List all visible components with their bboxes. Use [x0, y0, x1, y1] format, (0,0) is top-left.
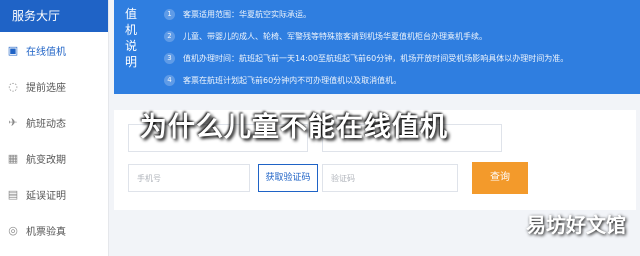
sidebar-item-label: 延误证明: [26, 190, 66, 202]
query-button[interactable]: 查询: [472, 162, 528, 194]
sidebar-item-label: 机票验真: [26, 226, 66, 238]
document-icon: ▤: [7, 187, 19, 201]
tip-item: 3 值机办理时间：航班起飞前一天14:00至航班起飞前60分钟，机场开放时间受机场…: [164, 47, 634, 69]
checkin-icon: ▣: [7, 43, 19, 57]
phone-input[interactable]: 手机号: [128, 164, 250, 192]
sidebar-item-label: 提前选座: [26, 82, 66, 94]
sidebar-item-delay[interactable]: ▤ 延误证明: [0, 176, 108, 212]
calendar-icon: ▦: [7, 151, 19, 165]
watermark: 易坊好文馆: [526, 213, 626, 237]
sidebar: 服务大厅 ▣ 在线值机 ◌ 提前选座 ✈ 航班动态 ▦ 航变改期 ▤ 延误证明 …: [0, 0, 109, 256]
seat-icon: ◌: [8, 79, 18, 93]
sidebar-header: 服务大厅: [0, 0, 108, 32]
tip-item: 2 儿童、带婴儿的成人、轮椅、军警残等特殊旅客请到机场华夏值机柜台办理乘机手续。: [164, 25, 634, 47]
ticket-icon: ◎: [8, 223, 18, 237]
sidebar-item-verify[interactable]: ◎ 机票验真: [0, 212, 108, 248]
code-input[interactable]: 验证码: [322, 164, 458, 192]
banner-title: 值机说明: [124, 7, 137, 69]
sidebar-item-change[interactable]: ▦ 航变改期: [0, 140, 108, 176]
tip-item: 4 客票在航班计划起飞前60分钟内不可办理值机以及取消值机。: [164, 69, 634, 91]
checkin-notice-banner: 值机说明 1 客票适用范围：华夏航空实际承运。 2 儿童、带婴儿的成人、轮椅、军警残…: [114, 0, 640, 94]
sidebar-item-label: 航变改期: [26, 154, 66, 166]
tips-list: 1 客票适用范围：华夏航空实际承运。 2 儿童、带婴儿的成人、轮椅、军警残等特殊旅客…: [164, 3, 634, 91]
overlay-caption: 为什么儿童不能在线值机: [140, 112, 448, 143]
get-code-button[interactable]: 获取验证码: [258, 164, 318, 192]
sidebar-item-seat[interactable]: ◌ 提前选座: [0, 68, 108, 104]
sidebar-item-checkin[interactable]: ▣ 在线值机: [0, 32, 108, 68]
sidebar-item-label: 在线值机: [26, 46, 66, 58]
sidebar-item-label: 航班动态: [26, 118, 66, 130]
sidebar-item-flight[interactable]: ✈ 航班动态: [0, 104, 108, 140]
plane-icon: ✈: [8, 115, 18, 129]
tip-item: 1 客票适用范围：华夏航空实际承运。: [164, 3, 634, 25]
